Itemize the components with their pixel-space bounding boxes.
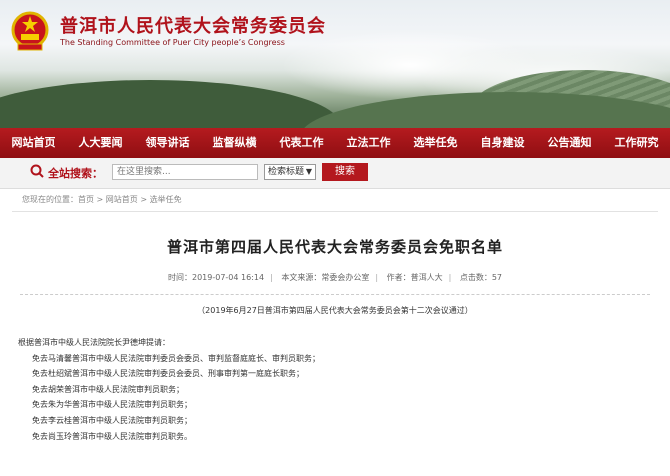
- article-paragraph: 免去李云桂普洱市中级人民法院审判员职务；: [32, 415, 192, 425]
- nav-item-legislation[interactable]: 立法工作: [335, 128, 402, 158]
- site-title[interactable]: 普洱市人民代表大会常务委员会: [60, 12, 326, 38]
- header-banner: 普洱市人民代表大会常务委员会 The Standing Committee of…: [0, 0, 670, 128]
- breadcrumb: 您现在的位置：首页 > 网站首页 > 选举任免: [12, 189, 658, 212]
- banner-hill: [0, 80, 340, 128]
- article-paragraph: 免去杜绍斌普洱市中级人民法院审判委员会委员、刑事审判第一庭庭长职务；: [32, 369, 304, 379]
- article-source: 本文来源：常委会办公室: [281, 273, 370, 282]
- nav-item-self-building[interactable]: 自身建设: [469, 128, 536, 158]
- nav-item-notices[interactable]: 公告通知: [536, 128, 603, 158]
- nav-item-elections[interactable]: 选举任免: [402, 128, 469, 158]
- article-paragraph: 免去马清馨普洱市中级人民法院审判委员会委员、审判监督庭庭长、审判员职务；: [32, 353, 320, 363]
- search-bar: 全站搜索： 检索标题 ▼ 搜索: [0, 158, 670, 189]
- search-label: 全站搜索：: [48, 167, 103, 180]
- article-paragraph: 根据普洱市中级人民法院院长尹德坤提请：: [18, 338, 170, 347]
- article-note: （2019年6月27日普洱市第四届人民代表大会常务委员会第十二次会议通过）: [197, 306, 473, 315]
- nav-item-deputy-work[interactable]: 代表工作: [268, 128, 335, 158]
- article-title: 普洱市第四届人民代表大会常务委员会免职名单: [166, 238, 503, 256]
- article-clicks: 点击数：57: [459, 273, 503, 282]
- nav-item-research[interactable]: 工作研究: [603, 128, 670, 158]
- search-type-value: 检索标题: [268, 167, 305, 177]
- site-subtitle: The Standing Committee of Puer City peop…: [60, 38, 285, 47]
- main-nav: 网站首页 人大要闻 领导讲话 监督纵横 代表工作 立法工作 选举任免 自身建设 …: [0, 128, 670, 158]
- search-icon: [30, 164, 44, 178]
- article-author: 作者：普洱人大: [386, 273, 443, 282]
- article-body: 根据普洱市中级人民法院院长尹德坤提请： 免去马清馨普洱市中级人民法院审判委员会委…: [0, 335, 670, 444]
- article-time: 时间：2019-07-04 16:14: [167, 273, 265, 282]
- nav-item-news[interactable]: 人大要闻: [67, 128, 134, 158]
- nav-item-leader-speeches[interactable]: 领导讲话: [134, 128, 201, 158]
- nav-item-home[interactable]: 网站首页: [0, 128, 67, 158]
- article-paragraph: 免去尚玉玲普洱市中级人民法院审判员职务。: [32, 431, 192, 441]
- search-button[interactable]: 搜索: [322, 163, 368, 181]
- national-emblem-icon: [11, 11, 49, 51]
- article-paragraph: 免去胡荣普洱市中级人民法院审判员职务；: [32, 384, 184, 394]
- nav-item-supervision[interactable]: 监督纵横: [201, 128, 268, 158]
- search-input[interactable]: [112, 164, 258, 180]
- chevron-down-icon: ▼: [305, 167, 312, 176]
- search-type-select[interactable]: 检索标题 ▼: [264, 164, 316, 180]
- meta-divider: [20, 294, 650, 295]
- article-paragraph: 免去朱为华普洱市中级人民法院审判员职务；: [32, 400, 192, 410]
- article-meta: 时间：2019-07-04 16:14 | 本文来源：常委会办公室 | 作者：普洱人…: [167, 273, 503, 282]
- banner-hill: [300, 92, 670, 128]
